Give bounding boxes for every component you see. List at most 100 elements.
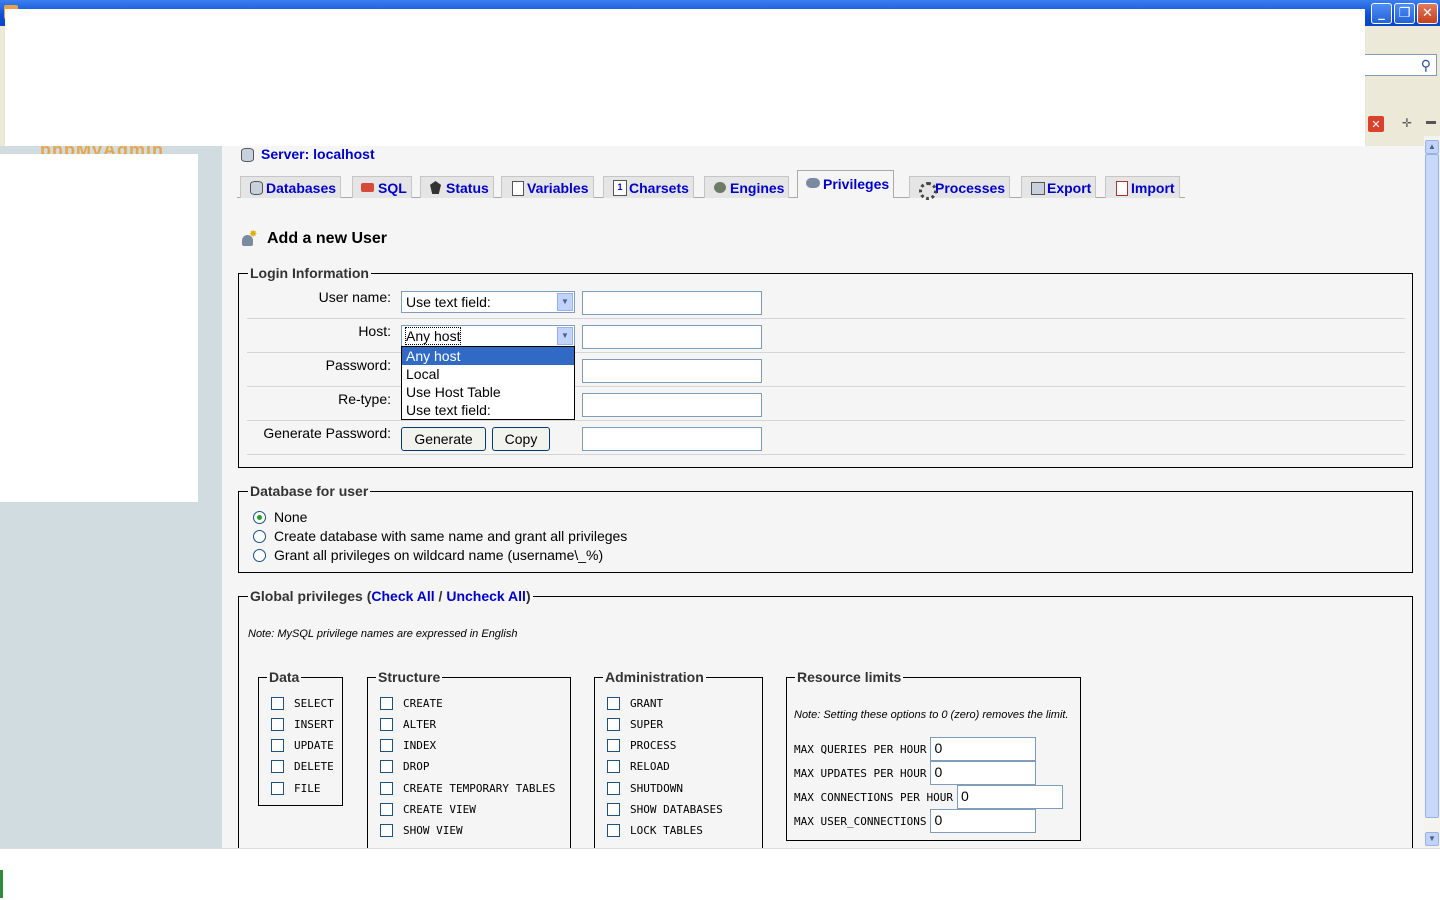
priv-delete[interactable]: DELETE <box>271 760 334 773</box>
tab-processes[interactable]: Processes <box>909 176 1011 200</box>
tab-privileges[interactable]: Privileges <box>797 170 895 198</box>
generated-password-input[interactable] <box>582 427 762 451</box>
chevron-down-icon[interactable]: ▼ <box>557 293 573 311</box>
host-options-list[interactable]: Any host Local Use Host Table Use text f… <box>401 346 575 420</box>
chevron-down-icon[interactable]: ▼ <box>557 327 573 345</box>
username-input[interactable] <box>582 291 762 315</box>
uncheck-all-link[interactable]: Uncheck All <box>446 588 526 604</box>
checkbox[interactable] <box>380 718 393 731</box>
phpmyadmin-logo[interactable]: phpMyAdmin <box>40 146 190 154</box>
priv-shutdown[interactable]: SHUTDOWN <box>607 782 683 795</box>
retype-password-input[interactable] <box>582 393 762 417</box>
checkbox[interactable] <box>607 824 620 837</box>
priv-select[interactable]: SELECT <box>271 697 334 710</box>
host-option-host-table[interactable]: Use Host Table <box>402 383 574 401</box>
close-window-button[interactable]: ✕ <box>1417 3 1438 24</box>
host-label: Host: <box>358 323 391 339</box>
priv-lock-tables[interactable]: LOCK TABLES <box>607 824 703 837</box>
checkbox[interactable] <box>607 760 620 773</box>
checkbox[interactable] <box>380 697 393 710</box>
priv-process[interactable]: PROCESS <box>607 739 676 752</box>
db-option-wildcard[interactable]: Grant all privileges on wildcard name (u… <box>253 547 603 563</box>
tab-export[interactable]: Export <box>1021 176 1097 198</box>
max-connections-input[interactable]: 0 <box>956 785 1063 809</box>
max-updates-input[interactable]: 0 <box>930 761 1037 785</box>
move-icon[interactable]: ✛ <box>1399 116 1415 132</box>
username-type-select[interactable]: Use text field: ▼ <box>401 291 575 313</box>
tab-charsets[interactable]: Charsets <box>603 176 694 198</box>
server-link[interactable]: Server: localhost <box>261 146 375 162</box>
priv-index[interactable]: INDEX <box>380 739 436 752</box>
priv-show-databases[interactable]: SHOW DATABASES <box>607 803 723 816</box>
max-user-connections-input[interactable]: 0 <box>930 809 1037 833</box>
priv-file[interactable]: FILE <box>271 782 321 795</box>
close-tab-icon[interactable]: ✕ <box>1368 116 1384 132</box>
tab-import[interactable]: Import <box>1105 176 1180 198</box>
priv-reload[interactable]: RELOAD <box>607 760 670 773</box>
checkbox[interactable] <box>271 760 284 773</box>
max-updates-row: MAX UPDATES PER HOUR 0 <box>794 761 1037 785</box>
priv-show-view[interactable]: SHOW VIEW <box>380 824 463 837</box>
search-icon[interactable]: ⚲ <box>1421 57 1431 74</box>
resource-limits-note: Note: Setting these options to 0 (zero) … <box>794 709 1069 721</box>
tab-status[interactable]: Status <box>420 176 494 198</box>
browser-search-input[interactable]: ⚲ <box>1365 54 1437 76</box>
checkbox[interactable] <box>607 739 620 752</box>
priv-grant[interactable]: GRANT <box>607 697 663 710</box>
priv-create[interactable]: CREATE <box>380 697 443 710</box>
checkbox[interactable] <box>271 739 284 752</box>
max-queries-input[interactable]: 0 <box>930 737 1037 761</box>
host-type-select[interactable]: Any host ▼ <box>401 325 575 347</box>
priv-create-temporary-tables[interactable]: CREATE TEMPORARY TABLES <box>380 782 555 795</box>
checkbox[interactable] <box>607 697 620 710</box>
checkbox[interactable] <box>380 824 393 837</box>
minimize-button[interactable]: _ <box>1371 3 1392 24</box>
page-heading: Add a new User <box>241 229 387 248</box>
global-privileges-fieldset: Global privileges (Check All / Uncheck A… <box>238 587 1413 877</box>
db-option-none[interactable]: None <box>253 509 307 525</box>
checkbox[interactable] <box>380 739 393 752</box>
copy-button[interactable]: Copy <box>492 427 550 451</box>
host-input[interactable] <box>582 325 762 349</box>
password-input[interactable] <box>582 359 762 383</box>
radio-create-same-name[interactable] <box>253 529 266 543</box>
checkbox[interactable] <box>380 760 393 773</box>
priv-create-view[interactable]: CREATE VIEW <box>380 803 476 816</box>
checkbox[interactable] <box>607 803 620 816</box>
priv-alter[interactable]: ALTER <box>380 718 436 731</box>
priv-update[interactable]: UPDATE <box>271 739 334 752</box>
checkbox[interactable] <box>607 782 620 795</box>
radio-none[interactable] <box>253 510 266 524</box>
password-label: Password: <box>325 357 391 373</box>
status-bar <box>0 848 1440 900</box>
host-option-local[interactable]: Local <box>402 365 574 383</box>
tab-databases[interactable]: Databases <box>240 176 342 198</box>
checkbox[interactable] <box>271 697 284 710</box>
privileges-icon <box>805 176 821 191</box>
vertical-scrollbar[interactable]: ▲ ▼ <box>1424 136 1440 848</box>
checkbox[interactable] <box>607 718 620 731</box>
tab-menu-icon[interactable]: ▬ <box>1424 116 1438 132</box>
structure-legend: Structure <box>376 668 443 686</box>
checkbox[interactable] <box>271 718 284 731</box>
db-option-create-same-name[interactable]: Create database with same name and grant… <box>253 528 627 544</box>
tab-variables[interactable]: Variables <box>501 176 594 198</box>
maximize-button[interactable]: ❐ <box>1394 3 1415 24</box>
host-option-text-field[interactable]: Use text field: <box>402 401 574 419</box>
generate-button[interactable]: Generate <box>401 427 486 451</box>
radio-wildcard[interactable] <box>253 548 266 562</box>
scroll-up-arrow[interactable]: ▲ <box>1425 140 1439 154</box>
checkbox[interactable] <box>271 782 284 795</box>
tab-engines[interactable]: Engines <box>704 176 790 198</box>
tab-sql[interactable]: SQL <box>352 176 412 198</box>
scrollbar-thumb[interactable] <box>1425 154 1439 818</box>
check-all-link[interactable]: Check All <box>371 588 434 604</box>
checkbox[interactable] <box>380 782 393 795</box>
priv-drop[interactable]: DROP <box>380 760 430 773</box>
priv-insert[interactable]: INSERT <box>271 718 334 731</box>
host-option-any[interactable]: Any host <box>402 347 574 365</box>
priv-super[interactable]: SUPER <box>607 718 663 731</box>
scroll-down-arrow[interactable]: ▼ <box>1425 832 1439 846</box>
administration-legend: Administration <box>603 668 706 686</box>
checkbox[interactable] <box>380 803 393 816</box>
